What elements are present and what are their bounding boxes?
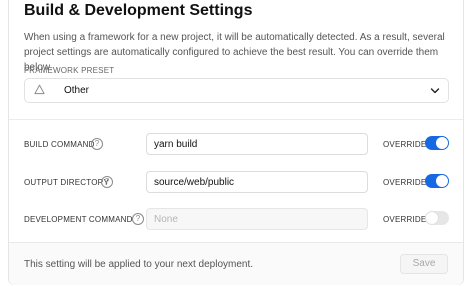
- help-icon[interactable]: ?: [91, 138, 103, 150]
- output-directory-override-label: OVERRIDE: [383, 178, 427, 187]
- section-title: Build & Development Settings: [24, 2, 253, 19]
- save-button[interactable]: Save: [400, 254, 448, 274]
- card-footer: This setting will be applied to your nex…: [9, 242, 463, 285]
- footer-note: This setting will be applied to your nex…: [24, 259, 254, 270]
- build-settings-card: Build & Development Settings When using …: [8, 0, 464, 285]
- build-command-input[interactable]: [146, 133, 368, 155]
- help-icon[interactable]: ?: [132, 213, 144, 225]
- chevron-down-icon: [430, 88, 440, 94]
- framework-preset-value: Other: [64, 85, 90, 96]
- build-command-override-label: OVERRIDE: [383, 140, 427, 149]
- development-command-override-toggle[interactable]: [425, 211, 449, 225]
- warning-triangle-icon: [34, 84, 45, 95]
- build-command-label: BUILD COMMAND: [24, 140, 95, 149]
- output-directory-label: OUTPUT DIRECTORY: [24, 178, 109, 187]
- framework-preset-select[interactable]: Other: [24, 78, 449, 103]
- section-divider: [9, 119, 463, 120]
- build-command-override-toggle[interactable]: [425, 136, 449, 150]
- help-icon[interactable]: ?: [101, 176, 113, 188]
- toggle-knob: [426, 212, 438, 224]
- toggle-knob: [436, 137, 448, 149]
- development-command-label: DEVELOPMENT COMMAND: [24, 215, 133, 224]
- framework-preset-label: FRAMEWORK PRESET: [24, 66, 115, 75]
- development-command-input[interactable]: [146, 208, 368, 230]
- development-command-override-label: OVERRIDE: [383, 215, 427, 224]
- output-directory-input[interactable]: [146, 171, 368, 193]
- toggle-knob: [436, 175, 448, 187]
- output-directory-override-toggle[interactable]: [425, 174, 449, 188]
